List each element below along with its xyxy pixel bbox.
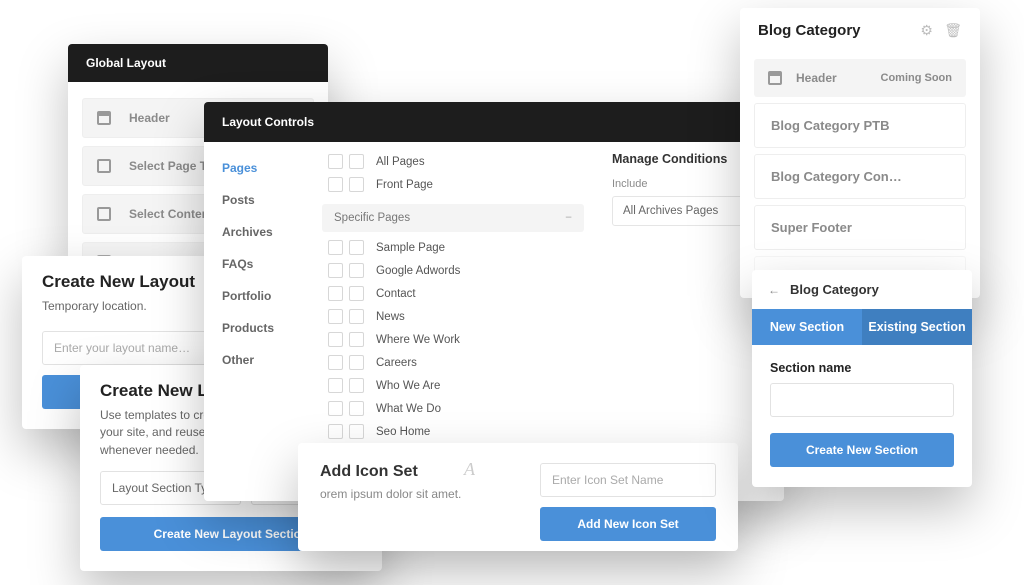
blog-category-item[interactable]: Blog Category PTB xyxy=(754,103,966,148)
sidebar-item-archives[interactable]: Archives xyxy=(204,216,322,248)
page-row[interactable]: Google Adwords xyxy=(322,259,584,282)
checkbox-icon[interactable] xyxy=(328,177,343,192)
page-title-icon xyxy=(97,159,111,173)
checkbox-icon[interactable] xyxy=(349,332,364,347)
new-section-title: Blog Category xyxy=(790,282,879,297)
group-specific-pages[interactable]: Specific Pages − xyxy=(322,204,584,232)
checkbox-icon[interactable] xyxy=(349,286,364,301)
sidebar-item-posts[interactable]: Posts xyxy=(204,184,322,216)
layout-controls-titlebar: Layout Controls × xyxy=(204,102,784,142)
new-section-name-input[interactable] xyxy=(770,383,954,417)
checkbox-icon[interactable] xyxy=(328,401,343,416)
checkbox-icon[interactable] xyxy=(328,263,343,278)
create-new-section-button[interactable]: Create New Section xyxy=(770,433,954,467)
page-row[interactable]: What We Do xyxy=(322,397,584,420)
checkbox-icon[interactable] xyxy=(349,378,364,393)
checkbox-icon[interactable] xyxy=(349,240,364,255)
page-label: Sample Page xyxy=(376,242,445,254)
blog-category-item[interactable]: Blog Category Con… xyxy=(754,154,966,199)
checkbox-icon[interactable] xyxy=(328,424,343,439)
checkbox-icon[interactable] xyxy=(349,263,364,278)
checkbox-icon[interactable] xyxy=(349,309,364,324)
page-label: Contact xyxy=(376,288,416,300)
page-label: Who We Are xyxy=(376,380,440,392)
blog-category-item[interactable]: Super Footer xyxy=(754,205,966,250)
add-icon-subtitle: orem ipsum dolor sit amet. xyxy=(320,487,496,501)
page-label: Google Adwords xyxy=(376,265,460,277)
sidebar-item-products[interactable]: Products xyxy=(204,312,322,344)
slot-header-label: Header xyxy=(129,111,170,125)
row-all-pages[interactable]: All Pages xyxy=(322,150,584,173)
page-label: Seo Home xyxy=(376,426,430,438)
new-section-panel: Blog Category New Section Existing Secti… xyxy=(752,270,972,487)
checkbox-icon[interactable] xyxy=(328,309,343,324)
layout-controls-title: Layout Controls xyxy=(222,115,314,129)
back-arrow-icon[interactable] xyxy=(768,283,790,297)
header-icon xyxy=(97,111,111,125)
page-label: Where We Work xyxy=(376,334,460,346)
page-label: What We Do xyxy=(376,403,441,415)
sidebar-item-pages[interactable]: Pages xyxy=(204,152,322,184)
checkbox-icon[interactable] xyxy=(328,286,343,301)
checkbox-icon[interactable] xyxy=(349,177,364,192)
a-decoration-icon: A xyxy=(464,459,475,480)
sidebar-item-faqs[interactable]: FAQs xyxy=(204,248,322,280)
page-label: Careers xyxy=(376,357,417,369)
checkbox-icon[interactable] xyxy=(349,154,364,169)
blog-category-title: Blog Category xyxy=(758,22,861,39)
checkbox-icon[interactable] xyxy=(328,240,343,255)
section-tabs: New Section Existing Section xyxy=(752,309,972,345)
checkbox-icon[interactable] xyxy=(349,401,364,416)
tab-existing-section[interactable]: Existing Section xyxy=(862,309,972,345)
row-front-page[interactable]: Front Page xyxy=(322,173,584,196)
page-row[interactable]: Seo Home xyxy=(322,420,584,443)
checkbox-icon[interactable] xyxy=(328,378,343,393)
checkbox-icon[interactable] xyxy=(328,154,343,169)
page-row[interactable]: News xyxy=(322,305,584,328)
checkbox-icon[interactable] xyxy=(349,355,364,370)
page-row[interactable]: Contact xyxy=(322,282,584,305)
checkbox-icon[interactable] xyxy=(349,424,364,439)
blog-category-header-slot[interactable]: Header Coming Soon xyxy=(754,59,966,97)
page-row[interactable]: Sample Page xyxy=(322,236,584,259)
add-icon-button[interactable]: Add New Icon Set xyxy=(540,507,716,541)
collapse-icon[interactable]: − xyxy=(565,212,572,224)
sidebar-item-portfolio[interactable]: Portfolio xyxy=(204,280,322,312)
blog-category-header: Blog Category ⚙ 🗑 xyxy=(740,8,980,53)
checkbox-icon[interactable] xyxy=(328,355,343,370)
page-row[interactable]: Who We Are xyxy=(322,374,584,397)
content-icon xyxy=(97,207,111,221)
slot-content-label: Select Content xyxy=(129,207,213,221)
layout-controls-panel: Layout Controls × Pages Posts Archives F… xyxy=(204,102,784,501)
trash-icon[interactable]: 🗑 xyxy=(944,22,962,38)
sidebar-item-other[interactable]: Other xyxy=(204,344,322,376)
gear-icon[interactable]: ⚙ xyxy=(920,22,933,38)
blog-category-panel: Blog Category ⚙ 🗑 Header Coming Soon Blo… xyxy=(740,8,980,298)
page-label: News xyxy=(376,311,405,323)
tab-new-section[interactable]: New Section xyxy=(752,309,862,345)
add-icon-set-panel: Add Icon Set orem ipsum dolor sit amet. … xyxy=(298,443,738,551)
header-icon xyxy=(768,71,782,85)
icon-set-name-input[interactable] xyxy=(540,463,716,497)
section-name-label: Section name xyxy=(770,361,851,375)
page-row[interactable]: Where We Work xyxy=(322,328,584,351)
global-layout-titlebar: Global Layout xyxy=(68,44,328,82)
page-row[interactable]: Careers xyxy=(322,351,584,374)
checkbox-icon[interactable] xyxy=(328,332,343,347)
global-layout-title: Global Layout xyxy=(86,56,166,70)
